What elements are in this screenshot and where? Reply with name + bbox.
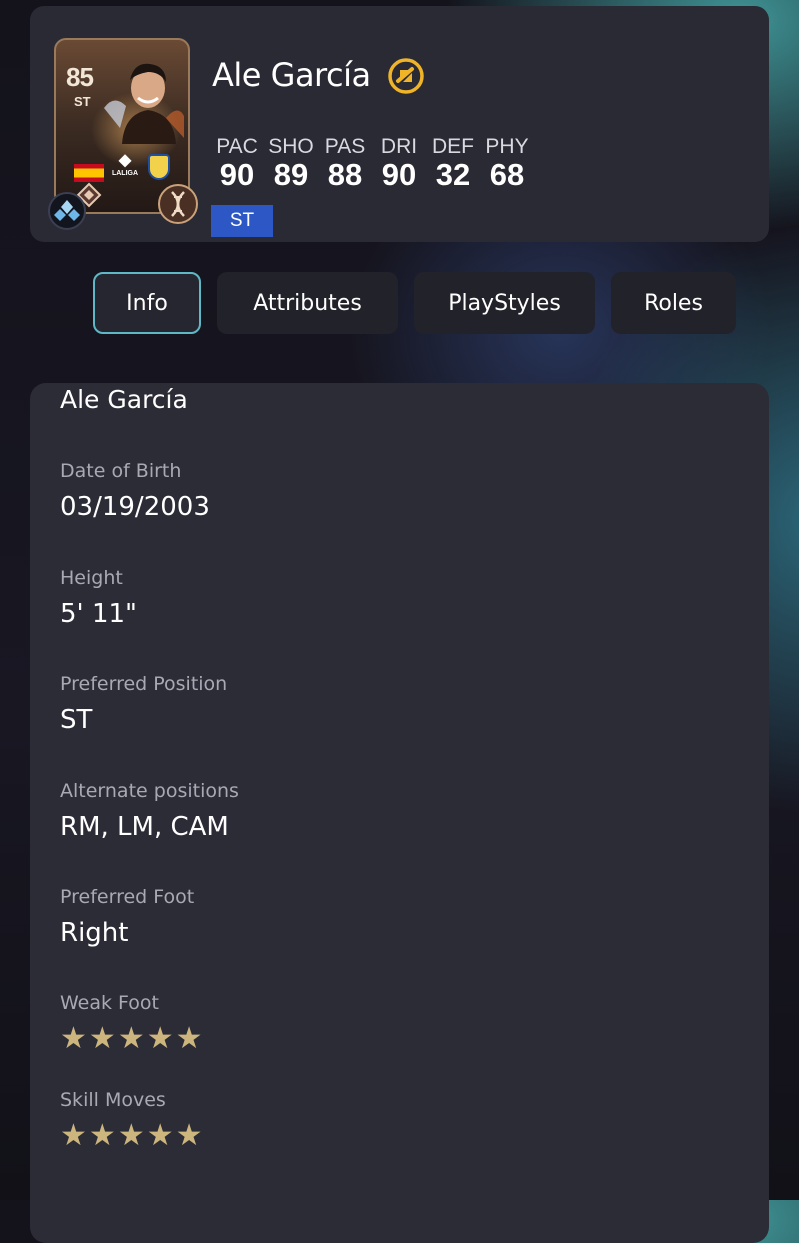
player-name: Ale García (212, 56, 371, 94)
field-label: Skill Moves (60, 1089, 166, 1111)
field-preferred-foot: Preferred Foot Right (60, 884, 194, 950)
evolution-swap-icon[interactable] (387, 57, 425, 95)
stat-value: 90 (219, 157, 255, 192)
star-icon: ★ (88, 1118, 116, 1153)
stat-value: 32 (435, 157, 471, 192)
stat-value: 68 (489, 157, 525, 192)
field-label: Date of Birth (60, 460, 182, 482)
tab-attributes[interactable]: Attributes (217, 272, 398, 334)
stat-dri: DRI 90 (372, 134, 426, 190)
field-value: 03/19/2003 (60, 492, 210, 522)
field-label: Height (60, 567, 123, 589)
info-panel: Ale García Date of Birth 03/19/2003 Heig… (30, 383, 769, 1243)
spain-flag (74, 164, 104, 182)
star-icon: ★ (88, 1021, 116, 1056)
card-position: ST (74, 94, 91, 109)
field-label: Alternate positions (60, 780, 239, 802)
weak-foot-stars: ★ ★ ★ ★ ★ (60, 1024, 203, 1054)
stats-row: PAC 90 SHO 89 PAS 88 DRI 90 DEF 32 PHY 6… (210, 134, 534, 190)
tab-playstyles[interactable]: PlayStyles (414, 272, 595, 334)
star-icon: ★ (146, 1118, 174, 1153)
field-value: 5' 11" (60, 599, 137, 629)
stat-value: 88 (327, 157, 363, 192)
info-player-name: Ale García (60, 385, 188, 414)
stat-sho: SHO 89 (264, 134, 318, 190)
laliga-icon: ◆ (118, 152, 132, 169)
chemistry-diamond-icon (54, 200, 80, 221)
star-icon: ★ (175, 1118, 203, 1153)
field-weak-foot: Weak Foot ★ ★ ★ ★ ★ (60, 990, 203, 1054)
dna-badge[interactable] (158, 184, 198, 224)
star-icon: ★ (60, 1118, 87, 1153)
field-value: ST (60, 705, 93, 735)
club-badge (148, 154, 170, 180)
stat-def: DEF 32 (426, 134, 480, 190)
star-icon: ★ (117, 1021, 145, 1056)
star-icon: ★ (117, 1118, 145, 1153)
field-value: Right (60, 918, 129, 948)
field-label: Preferred Position (60, 673, 228, 695)
field-skill-moves: Skill Moves ★ ★ ★ ★ ★ (60, 1087, 203, 1151)
chemistry-badge[interactable] (48, 192, 86, 230)
field-preferred-position: Preferred Position ST (60, 671, 227, 737)
league-logo: ◆ LALIGA (108, 152, 142, 184)
stat-pas: PAS 88 (318, 134, 372, 190)
star-icon: ★ (175, 1021, 203, 1056)
field-label: Preferred Foot (60, 886, 195, 908)
star-icon: ★ (60, 1021, 87, 1056)
tab-info[interactable]: Info (93, 272, 201, 334)
stat-value: 90 (381, 157, 417, 192)
card-rating: 85 (66, 62, 94, 92)
stat-value: 89 (273, 157, 309, 192)
stat-pac: PAC 90 (210, 134, 264, 190)
field-label: Weak Foot (60, 992, 159, 1014)
dna-icon (171, 191, 185, 217)
stat-phy: PHY 68 (480, 134, 534, 190)
field-date-of-birth: Date of Birth 03/19/2003 (60, 458, 210, 524)
player-header-card: 85 ST ◆ LALIGA Ale García PAC 90 SHO 89 … (30, 6, 769, 242)
field-height: Height 5' 11" (60, 565, 137, 631)
skill-moves-stars: ★ ★ ★ ★ ★ (60, 1121, 203, 1151)
field-value: RM, LM, CAM (60, 812, 229, 842)
position-chip: ST (211, 205, 273, 237)
star-icon: ★ (146, 1021, 174, 1056)
player-portrait (104, 63, 184, 144)
field-alternate-positions: Alternate positions RM, LM, CAM (60, 778, 239, 844)
tab-roles[interactable]: Roles (611, 272, 736, 334)
